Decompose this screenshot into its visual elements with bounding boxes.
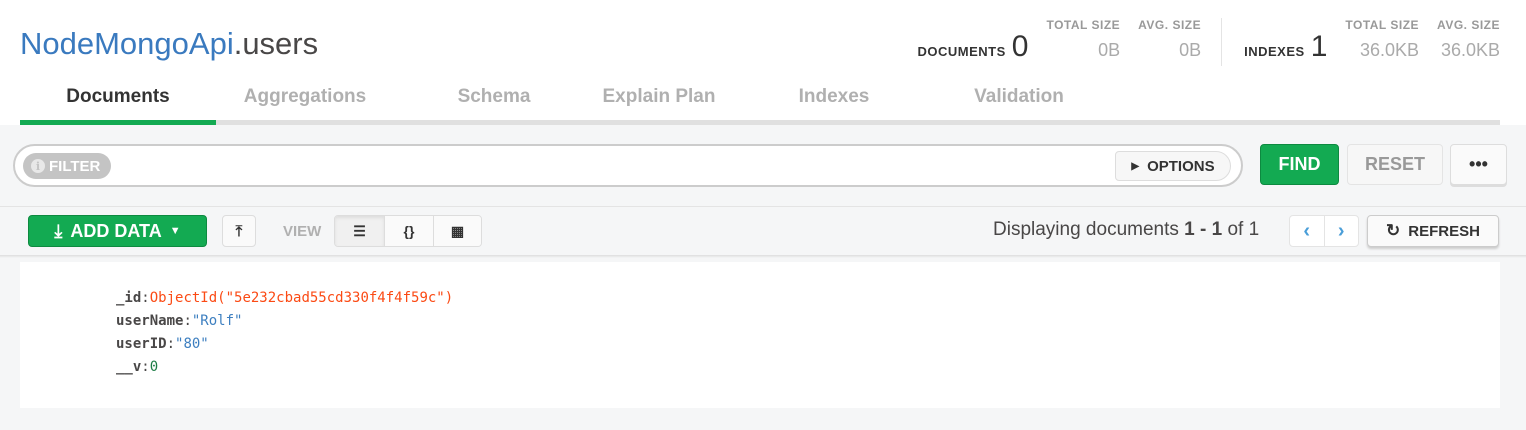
- collection-stats: DOCUMENTS 0 TOTAL SIZE 0B AVG. SIZE 0B INDE…: [918, 18, 1500, 66]
- upload-icon: ⤒: [235, 222, 243, 240]
- options-button[interactable]: ▶ OPTIONS: [1115, 151, 1231, 181]
- json-view-icon[interactable]: {}: [384, 216, 433, 246]
- options-label: OPTIONS: [1147, 157, 1215, 175]
- idx-avg-size: 36.0KB: [1440, 40, 1500, 60]
- stats-divider: [1221, 18, 1223, 66]
- field-value[interactable]: "80": [175, 336, 209, 352]
- refresh-button[interactable]: ↻ REFRESH: [1367, 215, 1499, 247]
- doc-avg-size: 0B: [1179, 40, 1202, 60]
- export-button[interactable]: ⤒: [222, 215, 256, 247]
- pagination-status: Displaying documents 1 - 1 of 1: [993, 219, 1259, 241]
- doc-avg-size-label: AVG. SIZE: [1138, 18, 1202, 32]
- reset-button[interactable]: RESET: [1347, 144, 1443, 185]
- display-range: 1 - 1: [1184, 219, 1223, 240]
- view-toggle: ☰ {} ▦: [334, 215, 482, 247]
- table-view-icon[interactable]: ▦: [433, 216, 481, 246]
- tab-indexes[interactable]: Indexes: [774, 84, 894, 120]
- pager: ‹ ›: [1289, 215, 1359, 247]
- add-data-label: ADD DATA: [70, 220, 162, 241]
- collection-name: .users: [233, 26, 319, 61]
- field-key: userID: [116, 336, 167, 352]
- tab-schema[interactable]: Schema: [434, 84, 554, 120]
- refresh-icon: ↻: [1386, 221, 1401, 240]
- display-of: of: [1227, 219, 1244, 240]
- tab-bar: Documents Aggregations Schema Explain Pl…: [20, 84, 1500, 125]
- toolbar-shadow: [0, 255, 1526, 258]
- divider: [0, 206, 1526, 207]
- field-row: userName:"Rolf": [116, 313, 243, 329]
- field-value[interactable]: 0: [150, 359, 158, 375]
- caret-down-icon: ▼: [169, 225, 181, 237]
- documents-count: 0: [1011, 30, 1029, 63]
- find-button[interactable]: FIND: [1260, 144, 1339, 185]
- indexes-count: 1: [1310, 30, 1328, 63]
- db-name: NodeMongoApi: [20, 26, 234, 61]
- namespace-title: NodeMongoApi.users: [20, 26, 318, 62]
- collection-header: NodeMongoApi.users DOCUMENTS 0 TOTAL SIZE…: [0, 0, 1526, 125]
- tab-explain-plan[interactable]: Explain Plan: [574, 84, 744, 120]
- chevron-right-icon[interactable]: ›: [1325, 216, 1359, 246]
- indexes-label: INDEXES: [1244, 44, 1305, 59]
- filter-pill[interactable]: i FILTER: [23, 153, 111, 179]
- doc-total-size: 0B: [1098, 40, 1121, 60]
- doc-total-size-label: TOTAL SIZE: [1046, 18, 1121, 32]
- display-total: 1: [1248, 219, 1260, 240]
- filter-input[interactable]: i FILTER ▶ OPTIONS: [13, 144, 1243, 187]
- field-row: userID:"80": [116, 336, 209, 352]
- field-row: _id:ObjectId("5e232cbad55cd330f4f4f59c"): [116, 290, 454, 306]
- caret-right-icon: ▶: [1131, 160, 1140, 172]
- filter-label: FILTER: [49, 157, 101, 175]
- field-row: __v:0: [116, 359, 159, 375]
- idx-total-size: 36.0KB: [1360, 40, 1420, 60]
- add-data-button[interactable]: ⤓ ADD DATA ▼: [28, 215, 207, 247]
- display-prefix: Displaying documents: [993, 219, 1179, 240]
- field-key: _id: [116, 290, 142, 306]
- view-label: VIEW: [283, 223, 322, 240]
- info-icon: i: [31, 159, 45, 173]
- chevron-left-icon[interactable]: ‹: [1290, 216, 1325, 246]
- more-options-button[interactable]: •••: [1450, 144, 1507, 185]
- document-card[interactable]: _id:ObjectId("5e232cbad55cd330f4f4f59c")…: [20, 262, 1500, 408]
- tab-aggregations[interactable]: Aggregations: [216, 84, 394, 120]
- documents-label: DOCUMENTS: [917, 44, 1006, 59]
- idx-total-size-label: TOTAL SIZE: [1345, 18, 1420, 32]
- tab-validation[interactable]: Validation: [944, 84, 1094, 120]
- field-value[interactable]: "Rolf": [192, 313, 243, 329]
- field-key: userName: [116, 313, 184, 329]
- idx-avg-size-label: AVG. SIZE: [1437, 18, 1500, 32]
- list-view-icon[interactable]: ☰: [335, 216, 384, 246]
- refresh-label: REFRESH: [1408, 222, 1480, 240]
- tab-documents[interactable]: Documents: [20, 84, 216, 125]
- download-icon: ⤓: [54, 220, 63, 241]
- field-key: __v: [116, 359, 142, 375]
- field-value[interactable]: ObjectId("5e232cbad55cd330f4f4f59c"): [150, 290, 453, 306]
